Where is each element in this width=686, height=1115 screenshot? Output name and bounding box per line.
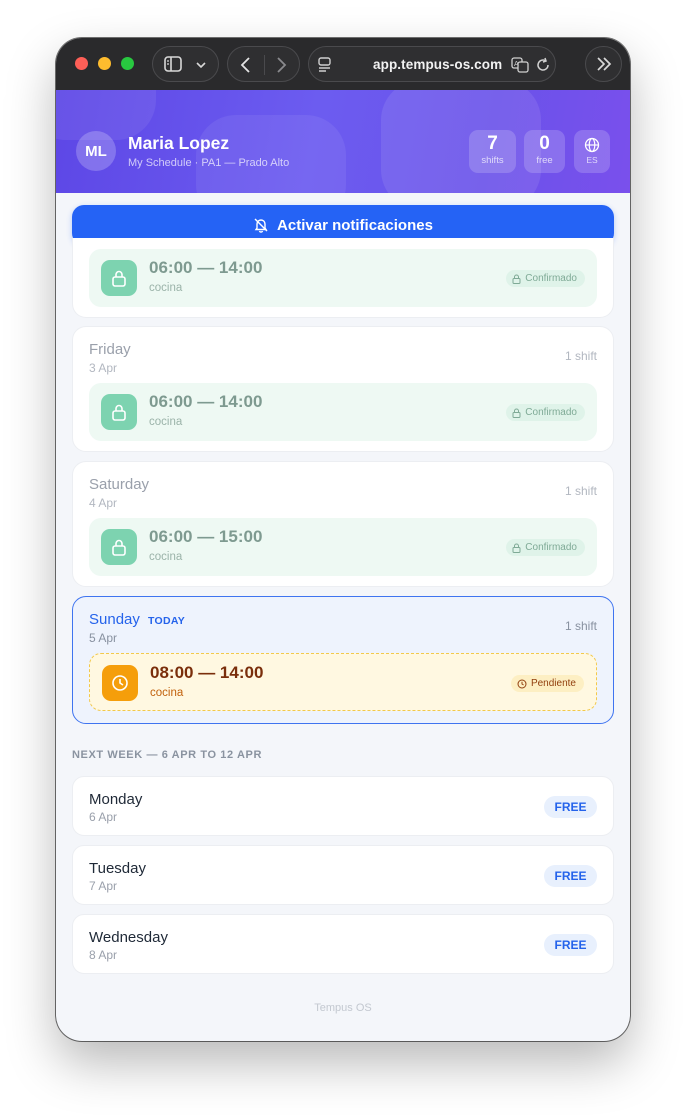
language-button[interactable]: ES xyxy=(574,130,610,173)
day-date: 4 Apr xyxy=(89,496,118,510)
shift-time: 08:00 — 14:00 xyxy=(150,663,264,682)
decorative-shape xyxy=(196,115,346,193)
browser-window: app.tempus-os.com A ML Maria Lopez My Sc… xyxy=(56,38,630,1041)
lock-icon xyxy=(512,274,521,284)
free-badge: FREE xyxy=(544,934,597,956)
schedule-subtitle: My Schedule · PA1 — Prado Alto xyxy=(128,157,290,169)
forward-icon[interactable] xyxy=(274,56,288,74)
day-name: Tuesday xyxy=(89,860,146,877)
status-badge: Confirmado xyxy=(506,539,585,556)
shift-count: 1 shift xyxy=(564,349,597,363)
day-card-friday: Friday 3 Apr 1 shift 06:00 — 14:00 cocin… xyxy=(72,326,614,452)
lock-icon xyxy=(512,408,521,418)
history-navigation xyxy=(227,46,300,82)
sidebar-icon xyxy=(164,56,182,72)
shift-block[interactable]: 06:00 — 14:00 cocina Confirmado xyxy=(89,249,597,307)
shift-block[interactable]: 06:00 — 15:00 cocina Confirmado xyxy=(89,518,597,576)
address-bar[interactable]: app.tempus-os.com A xyxy=(308,46,556,82)
reload-icon[interactable] xyxy=(535,57,551,73)
today-tag: TODAY xyxy=(148,615,186,627)
chevron-down-icon xyxy=(196,62,206,69)
day-name: Saturday xyxy=(89,476,150,493)
day-name: Friday xyxy=(89,341,131,358)
more-toolbar-button[interactable] xyxy=(585,46,622,82)
shift-location: cocina xyxy=(149,282,183,294)
free-stat: 0 free xyxy=(524,130,565,173)
shift-block[interactable]: 08:00 — 14:00 cocina Pendiente xyxy=(89,653,597,711)
shift-time: 06:00 — 15:00 xyxy=(149,527,263,546)
double-chevron-right-icon xyxy=(597,57,612,71)
status-label: Confirmado xyxy=(525,542,577,553)
decorative-shape xyxy=(381,90,541,193)
avatar: ML xyxy=(76,131,116,171)
clock-icon xyxy=(517,679,527,688)
schedule-header: ML Maria Lopez My Schedule · PA1 — Prado… xyxy=(56,90,630,193)
globe-icon xyxy=(584,137,600,153)
free-count: 0 xyxy=(539,133,550,154)
user-name: Maria Lopez xyxy=(128,133,230,153)
day-date: 3 Apr xyxy=(89,361,118,375)
shift-location: cocina xyxy=(150,687,184,699)
shift-block[interactable]: 06:00 — 14:00 cocina Confirmado xyxy=(89,383,597,441)
url-text[interactable]: app.tempus-os.com xyxy=(373,57,502,72)
day-date: 5 Apr xyxy=(89,631,118,645)
shifts-count: 7 xyxy=(487,133,498,154)
free-badge: FREE xyxy=(544,865,597,887)
day-date: 6 Apr xyxy=(89,810,118,824)
day-card: 06:00 — 14:00 cocina Confirmado xyxy=(72,238,614,318)
day-card-tuesday[interactable]: Tuesday 7 Apr FREE xyxy=(72,845,614,905)
shift-time: 06:00 — 14:00 xyxy=(149,258,263,277)
free-label: free xyxy=(536,155,553,166)
shift-time: 06:00 — 14:00 xyxy=(149,392,263,411)
status-badge: Confirmado xyxy=(506,270,585,287)
day-date: 7 Apr xyxy=(89,879,118,893)
status-label: Confirmado xyxy=(525,407,577,418)
status-label: Confirmado xyxy=(525,273,577,284)
shift-location: cocina xyxy=(149,416,183,428)
browser-toolbar: app.tempus-os.com A xyxy=(56,38,630,90)
day-card-wednesday[interactable]: Wednesday 8 Apr FREE xyxy=(72,914,614,974)
minimize-window-button[interactable] xyxy=(98,57,111,70)
day-card-saturday: Saturday 4 Apr 1 shift 06:00 — 15:00 coc… xyxy=(72,461,614,587)
shift-count: 1 shift xyxy=(564,484,597,498)
translate-icon[interactable]: A xyxy=(511,57,529,73)
day-card-monday[interactable]: Monday 6 Apr FREE xyxy=(72,776,614,836)
clock-icon xyxy=(102,665,138,701)
language-label: ES xyxy=(586,155,598,165)
day-name: Monday xyxy=(89,791,143,808)
status-badge: Pendiente xyxy=(510,675,584,692)
day-name: Sunday xyxy=(89,611,140,628)
close-window-button[interactable] xyxy=(75,57,88,70)
day-card-sunday: Sunday TODAY 5 Apr 1 shift 08:00 — 14:00… xyxy=(72,596,614,724)
lock-icon xyxy=(512,543,521,553)
lock-icon xyxy=(101,260,137,296)
zoom-window-button[interactable] xyxy=(121,57,134,70)
shifts-stat: 7 shifts xyxy=(469,130,516,173)
shift-location: cocina xyxy=(149,551,183,563)
bell-off-icon xyxy=(254,218,268,233)
svg-text:A: A xyxy=(514,60,519,68)
free-badge: FREE xyxy=(544,796,597,818)
back-icon[interactable] xyxy=(239,56,253,74)
footer-brand: Tempus OS xyxy=(314,1002,372,1014)
shift-count: 1 shift xyxy=(564,619,597,633)
enable-notifications-label: Activar notificaciones xyxy=(277,216,433,234)
status-badge: Confirmado xyxy=(506,404,585,421)
day-date: 8 Apr xyxy=(89,948,118,962)
page-menu-icon[interactable] xyxy=(318,57,332,73)
next-week-heading: NEXT WEEK — 6 APR TO 12 APR xyxy=(72,749,262,761)
lock-icon xyxy=(101,529,137,565)
sidebar-toggle-button[interactable] xyxy=(152,46,219,82)
lock-icon xyxy=(101,394,137,430)
status-label: Pendiente xyxy=(530,678,576,689)
shifts-label: shifts xyxy=(481,155,504,166)
day-name: Wednesday xyxy=(89,929,168,946)
